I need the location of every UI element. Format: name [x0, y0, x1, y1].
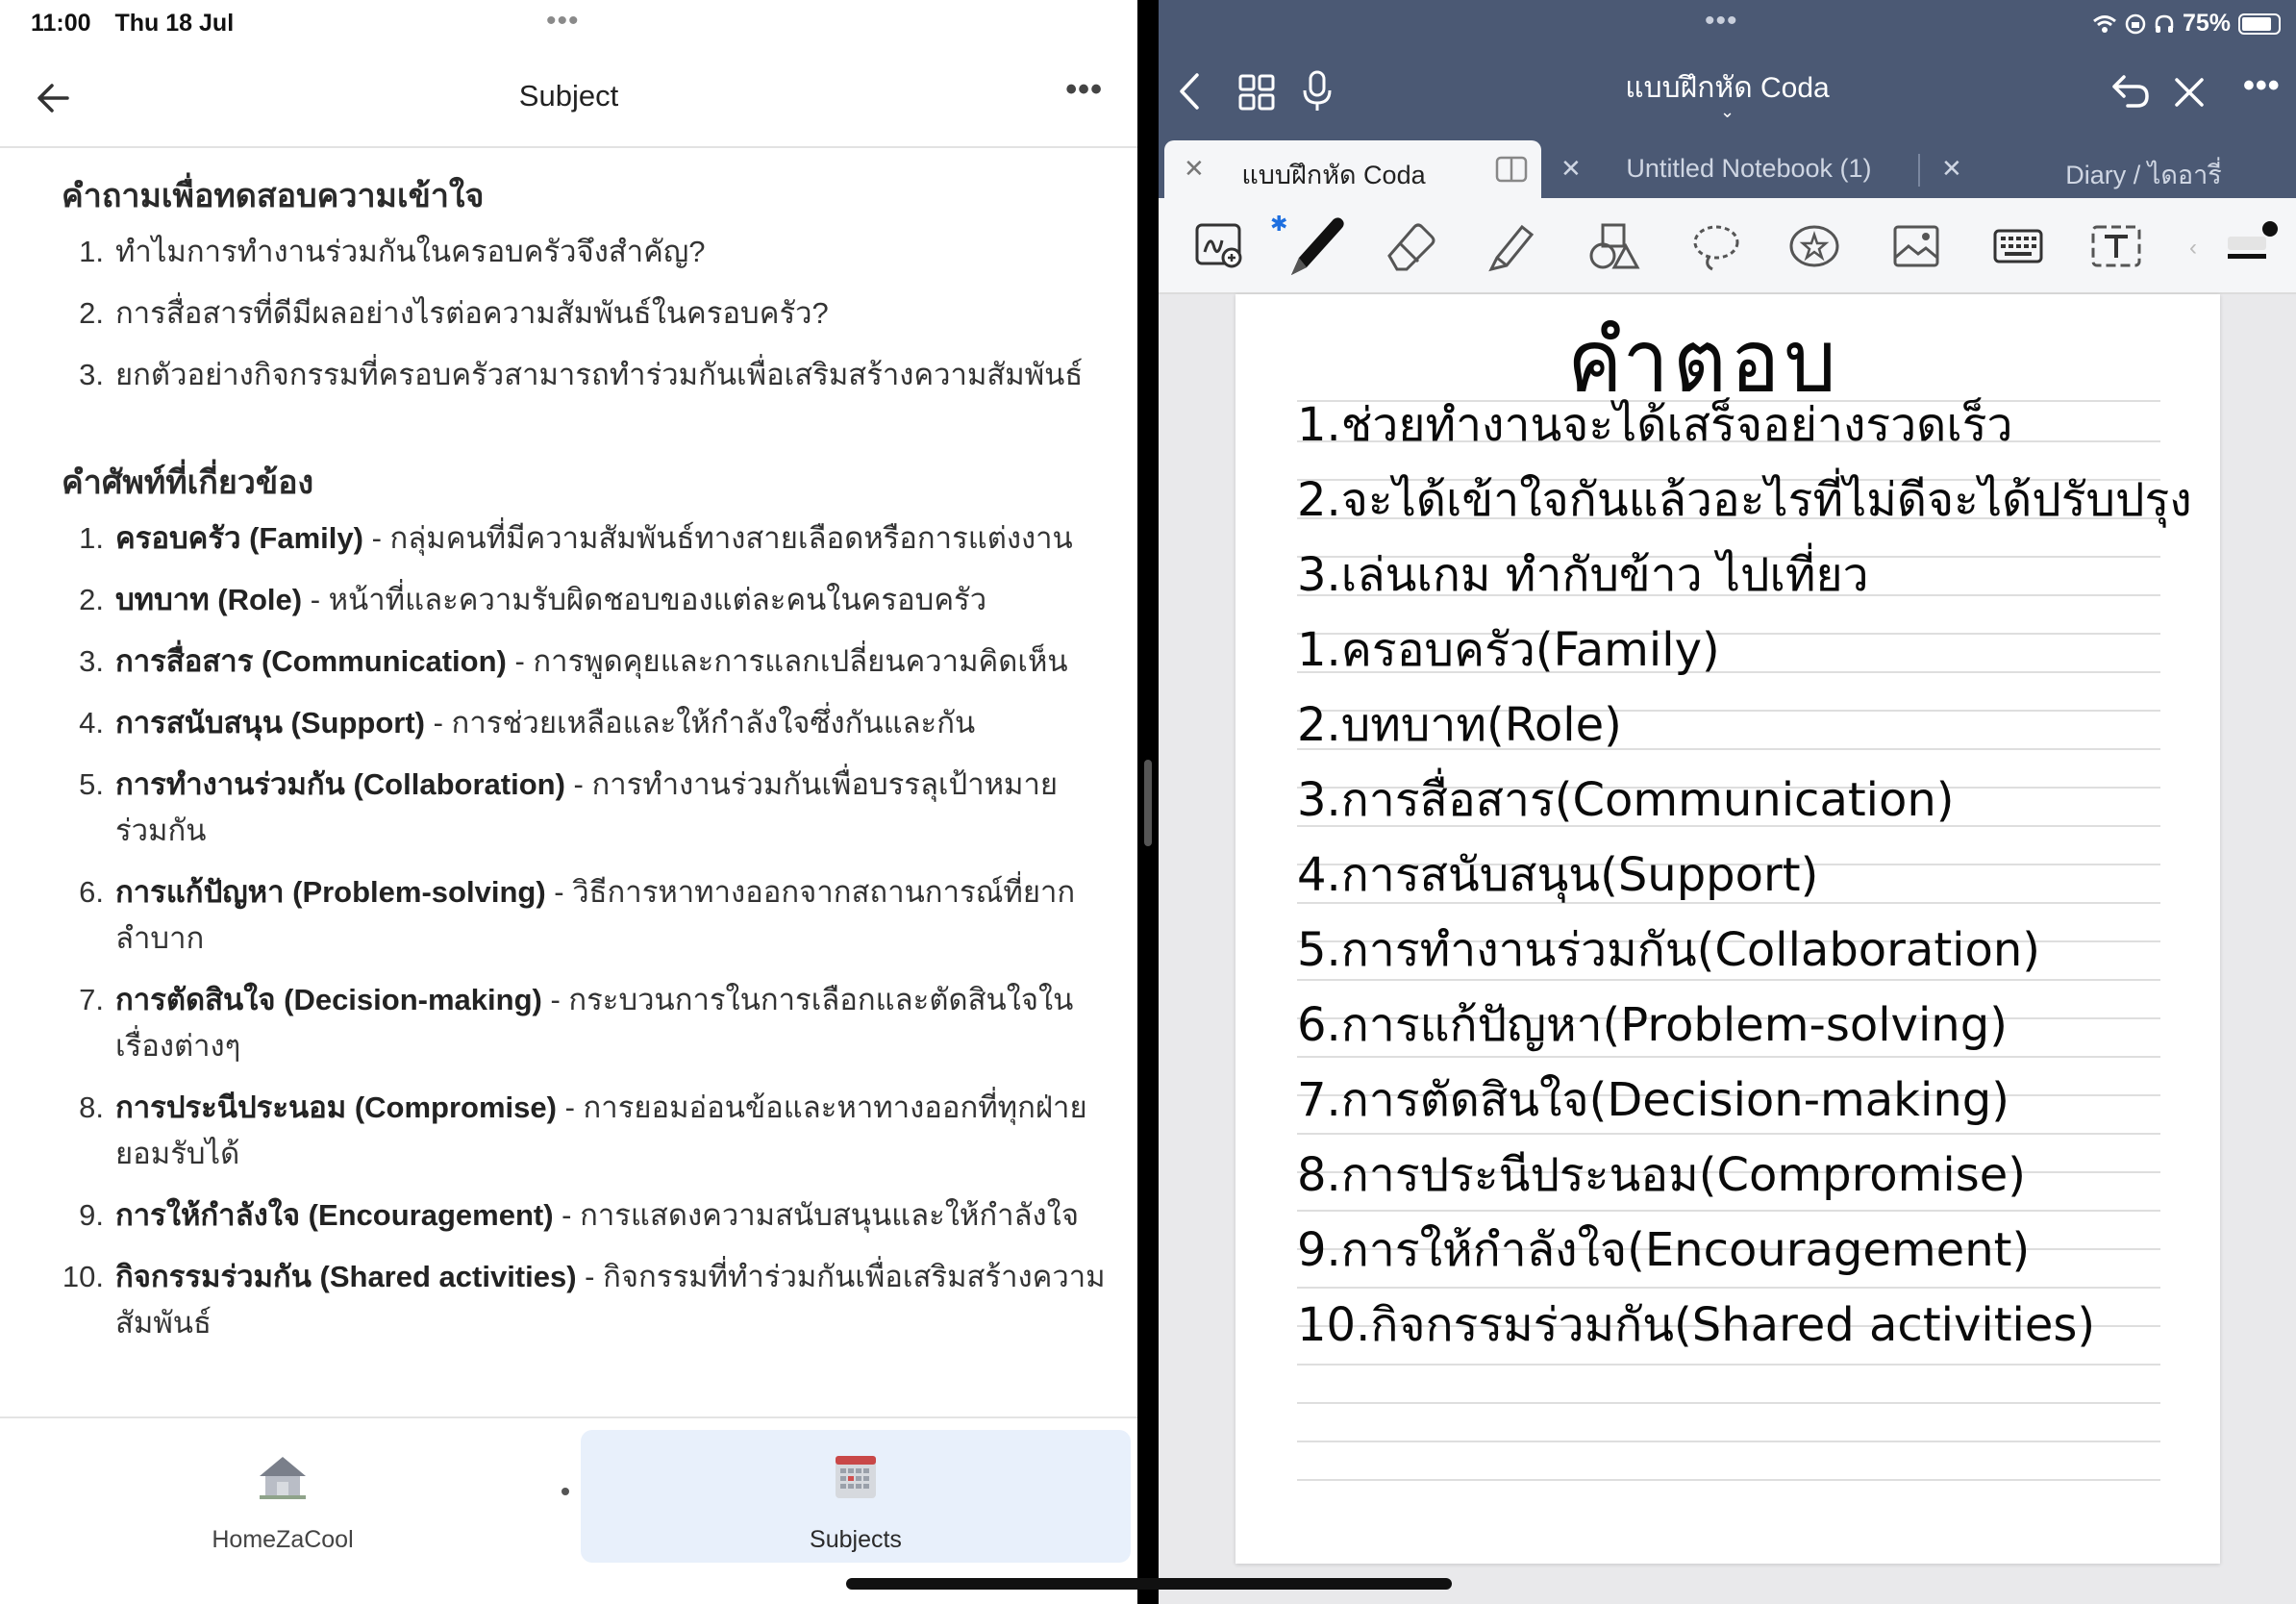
left-header: Subject •••: [0, 56, 1137, 148]
question-item: 2. การสื่อสารที่ดีมีผลอย่างไรต่อความสัมพ…: [79, 296, 829, 330]
ruled-line: [1297, 1402, 2160, 1404]
more-options-icon[interactable]: •••: [1065, 71, 1103, 109]
sticker-tool-icon[interactable]: [1787, 219, 1841, 273]
vocab-item: 6. การแก้ปัญหา (Problem-solving) - วิธีก…: [79, 875, 1076, 955]
tab-notebook[interactable]: ✕ Diary / ไดอารี่: [1922, 140, 2296, 198]
lasso-tool-icon[interactable]: [1689, 219, 1743, 273]
vocab-item: 7. การตัดสินใจ (Decision-making) - กระบว…: [79, 983, 1074, 1063]
ruled-line: [1297, 1479, 2160, 1481]
home-icon: [260, 1457, 306, 1499]
notebook-canvas[interactable]: คำตอบ 1.ช่วยทำงานจะได้เสร็จอย่างรวดเร็ว …: [1159, 294, 2296, 1604]
more-options-icon[interactable]: •••: [2243, 67, 2281, 105]
zoom-window-icon[interactable]: [1193, 219, 1247, 273]
handwriting-line: 3.การสื่อสาร(Communication): [1297, 773, 1955, 827]
multitask-dots-icon[interactable]: •••: [546, 7, 580, 36]
vocab-item: 9. การให้กำลังใจ (Encouragement) - การแส…: [79, 1198, 1079, 1232]
orientation-lock-icon: [2125, 13, 2146, 34]
tab-home[interactable]: HomeZaCool: [13, 1430, 552, 1563]
ruled-line: [1297, 1364, 2160, 1366]
status-bar-left: 11:00 Thu 18 Jul: [31, 10, 251, 38]
vocab-item: 2. บทบาท (Role) - หน้าที่และความรับผิดชอ…: [79, 583, 987, 616]
multitask-dots-icon[interactable]: •••: [1705, 7, 1738, 36]
status-time: 11:00: [31, 10, 91, 37]
handwriting-line: 3.เล่นเกม ทำกับข้าว ไปเที่ยว: [1297, 548, 1869, 602]
page-indicator-dot: [562, 1488, 569, 1495]
keyboard-tool-icon[interactable]: [1991, 219, 2045, 273]
text-box-tool-icon[interactable]: [2089, 219, 2143, 273]
wifi-icon: [2093, 14, 2116, 33]
notebook-tabs: ✕ แบบฝึกหัด Coda ✕ Untitled Notebook (1)…: [1159, 140, 2296, 198]
question-item: 1. ทำไมการทำงานร่วมกันในครอบครัวจึงสำคัญ…: [79, 235, 706, 268]
split-tab-icon[interactable]: [1495, 156, 1528, 183]
battery-icon: [2238, 13, 2281, 35]
highlighter-tool-icon[interactable]: [1484, 219, 1537, 273]
chevron-down-icon[interactable]: ⌄: [1720, 102, 1734, 122]
subject-content: คำถามเพื่อทดสอบความเข้าใจ 1. ทำไมการทำงา…: [0, 150, 1137, 1416]
vocab-item: 10. กิจกรรมร่วมกัน (Shared activities) -…: [62, 1260, 1106, 1340]
right-app-pane: ••• 75% แบบฝึกหัด Coda ⌄ ••• ✕ แบบฝึกหัด…: [1159, 0, 2296, 1604]
page-title: Subject: [518, 79, 619, 113]
vocab-item: 3. การสื่อสาร (Communication) - การพูดคุ…: [79, 644, 1068, 678]
status-date: Thu 18 Jul: [114, 10, 235, 37]
pen-color-swatch-icon[interactable]: [2224, 213, 2285, 275]
chevron-left-icon[interactable]: ‹: [2189, 235, 2197, 262]
tab-subjects[interactable]: Subjects: [581, 1430, 1131, 1563]
vocab-item: 4. การสนับสนุน (Support) - การช่วยเหลือแ…: [79, 706, 976, 739]
handwriting-line: 6.การแก้ปัญหา(Problem-solving): [1297, 998, 2008, 1052]
drawing-toolbar: ✱ ‹: [1159, 198, 2296, 294]
left-app-pane: 11:00 Thu 18 Jul ••• Subject ••• คำถามเพ…: [0, 0, 1137, 1604]
notebook-page[interactable]: คำตอบ 1.ช่วยทำงานจะได้เสร็จอย่างรวดเร็ว …: [1235, 294, 2220, 1564]
undo-icon[interactable]: [2110, 73, 2151, 110]
close-toolbar-icon[interactable]: [2172, 75, 2207, 110]
shapes-tool-icon[interactable]: [1587, 219, 1641, 273]
handwriting-line: 9.การให้กำลังใจ(Encouragement): [1297, 1223, 2031, 1277]
calendar-grid-icon: [836, 1456, 876, 1498]
headphones-icon: [2155, 14, 2174, 33]
image-tool-icon[interactable]: [1889, 219, 1943, 273]
vocab-heading: คำศัพท์ที่เกี่ยวข้อง: [62, 464, 314, 501]
questions-heading: คำถามเพื่อทดสอบความเข้าใจ: [62, 178, 485, 214]
handwriting-line: 2.บทบาท(Role): [1297, 698, 1622, 752]
handwriting-line: 10.กิจกรรมร่วมกัน(Shared activities): [1297, 1298, 2096, 1352]
handwriting-line: 8.การประนีประนอม(Compromise): [1297, 1148, 2026, 1202]
vocab-item: 8. การประนีประนอม (Compromise) - การยอมอ…: [79, 1090, 1087, 1170]
question-item: 3. ยกตัวอย่างกิจกรรมที่ครอบครัวสามารถทำร…: [79, 358, 1084, 391]
ruled-line: [1297, 1441, 2160, 1442]
tab-subjects-label: Subjects: [810, 1526, 902, 1553]
handwriting-line: 1.ครอบครัว(Family): [1297, 623, 1720, 677]
handwriting-line: 1.ช่วยทำงานจะได้เสร็จอย่างรวดเร็ว: [1297, 398, 2013, 452]
vocab-item: 1. ครอบครัว (Family) - กลุ่มคนที่มีความส…: [79, 521, 1073, 555]
eraser-tool-icon[interactable]: [1384, 219, 1437, 273]
handwriting-line: 4.การสนับสนุน(Support): [1297, 848, 1819, 902]
handwriting-line: 2.จะได้เข้าใจกันแล้วอะไรที่ไม่ดีจะได้ปรั…: [1297, 473, 2192, 527]
status-bar-right: 75%: [2092, 10, 2281, 38]
pen-tool-icon[interactable]: [1284, 212, 1347, 283]
tab-notebook-active[interactable]: ✕ แบบฝึกหัด Coda: [1164, 140, 1541, 198]
handwriting-line: 5.การทำงานร่วมกัน(Collaboration): [1297, 923, 2040, 977]
bottom-tab-bar: HomeZaCool Subjects: [0, 1416, 1137, 1604]
home-indicator[interactable]: [846, 1578, 1452, 1590]
battery-percent: 75%: [2182, 10, 2231, 37]
vocab-item: 5. การทำงานร่วมกัน (Collaboration) - การ…: [79, 767, 1059, 847]
notes-nav-bar: ••• 75% แบบฝึกหัด Coda ⌄ •••: [1159, 0, 2296, 140]
tab-notebook[interactable]: ✕ Untitled Notebook (1): [1541, 140, 1907, 198]
tab-home-label: HomeZaCool: [212, 1526, 354, 1553]
tab-separator: [1918, 154, 1920, 187]
split-view-handle[interactable]: [1144, 760, 1152, 846]
handwriting-line: 7.การตัดสินใจ(Decision-making): [1297, 1073, 2009, 1127]
split-view-divider[interactable]: [1137, 0, 1159, 1604]
